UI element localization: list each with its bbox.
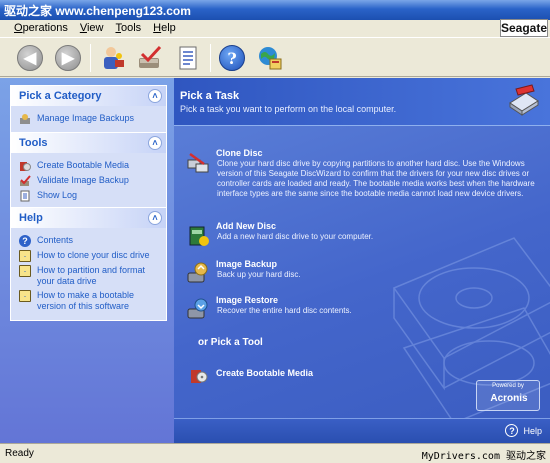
task-sidebar: Pick a Category ˄ Manage Image Backups T… (0, 78, 174, 443)
task-header: Pick a Task Pick a task you want to perf… (174, 78, 550, 126)
help-header[interactable]: Help ˄ (11, 208, 166, 228)
task-name: Add New Disc (216, 221, 277, 231)
section-heading: or Pick a Tool (198, 337, 263, 348)
tools-panel: Tools ˄ Create Bootable Media Validate I… (10, 132, 167, 211)
task-name: Image Restore (216, 295, 279, 305)
bootable-media-icon (19, 160, 31, 172)
clone-disc-icon (187, 152, 209, 173)
task-image-restore[interactable]: Image Restore Recover the entire hard di… (186, 295, 536, 321)
status-text: Ready (5, 448, 34, 459)
task-description: Clone your hard disc drive by copying pa… (217, 159, 535, 198)
help-button[interactable]: ? (216, 42, 248, 74)
collapse-icon[interactable]: ˄ (148, 211, 162, 225)
title-bar: 驱动之家 www.chenpeng123.com (0, 0, 550, 20)
check-disc-icon (139, 45, 162, 68)
help-icon: ? (219, 45, 245, 71)
window-title: 驱动之家 www.chenpeng123.com (4, 3, 191, 18)
help-topic-icon: · (19, 290, 31, 302)
pick-category-header[interactable]: Pick a Category ˄ (11, 86, 166, 106)
menu-view[interactable]: View (80, 22, 104, 34)
help-topic-icon: · (19, 250, 31, 262)
menu-help[interactable]: Help (153, 22, 176, 34)
back-button[interactable]: ◀ (14, 42, 46, 74)
collapse-icon[interactable]: ˄ (148, 136, 162, 150)
add-disc-icon (189, 226, 209, 246)
task-description: Recover the entire hard disc contents. (217, 306, 352, 315)
web-link-button[interactable] (254, 42, 286, 74)
task-clone-disc[interactable]: Clone Disc Clone your hard disc drive by… (186, 148, 536, 210)
disc-wizard-icon (509, 84, 539, 116)
acronis-logo: Powered by Acronis (476, 380, 540, 411)
collapse-icon[interactable]: ˄ (148, 89, 162, 103)
sidebar-item-create-bootable-media[interactable]: Create Bootable Media (19, 160, 162, 172)
help-panel: Help ˄ ? Contents · How to clone your di… (10, 207, 167, 321)
image-backup-icon (187, 262, 208, 283)
log-icon (19, 190, 31, 202)
task-footer: ? Help (174, 418, 550, 443)
toolbar: ◀ ▶ ? (0, 37, 550, 77)
page-title: Pick a Task (180, 90, 240, 102)
check-disc-button[interactable] (134, 42, 166, 74)
sidebar-item-help-bootable[interactable]: · How to make a bootable version of this… (19, 290, 162, 312)
tools-header[interactable]: Tools ˄ (11, 133, 166, 153)
task-description: Add a new hard disc drive to your comput… (217, 232, 374, 241)
toolbar-separator (210, 44, 211, 72)
seagate-logo: Seagate (500, 19, 548, 37)
status-bar: Ready MyDrivers.com 驱动之家 (0, 443, 550, 463)
wizard-icon (104, 47, 124, 69)
task-image-backup[interactable]: Image Backup Back up your hard disc. (186, 259, 536, 285)
menu-tools[interactable]: Tools (115, 22, 141, 34)
back-arrow-icon: ◀ (17, 45, 43, 71)
sidebar-item-validate-image-backup[interactable]: Validate Image Backup (19, 175, 162, 187)
tool-name: Create Bootable Media (216, 368, 314, 378)
toolbar-separator (90, 44, 91, 72)
sidebar-item-show-log[interactable]: Show Log (19, 190, 162, 202)
image-restore-icon (187, 298, 208, 319)
page-subtitle: Pick a task you want to perform on the l… (180, 104, 397, 114)
validate-icon (19, 175, 31, 187)
pick-category-panel: Pick a Category ˄ Manage Image Backups (10, 85, 167, 134)
task-add-new-disc[interactable]: Add New Disc Add a new hard disc drive t… (186, 221, 536, 247)
help-link[interactable]: ? Help (505, 424, 542, 437)
sidebar-item-contents[interactable]: ? Contents (19, 235, 162, 247)
sidebar-item-help-clone[interactable]: · How to clone your disc drive (19, 250, 162, 262)
help-icon: ? (19, 235, 31, 247)
backup-icon (19, 113, 31, 125)
task-description: Back up your hard disc. (217, 270, 301, 279)
help-icon: ? (505, 424, 519, 437)
task-pane: Pick a Task Pick a task you want to perf… (174, 78, 550, 443)
watermark: MyDrivers.com 驱动之家 (421, 451, 546, 462)
log-document-icon (179, 46, 197, 70)
menu-operations[interactable]: Operations (14, 22, 68, 34)
menu-bar: Operations View Tools Help (0, 20, 550, 36)
forward-arrow-icon: ▶ (55, 45, 81, 71)
log-button[interactable] (172, 42, 204, 74)
sidebar-item-manage-image-backups[interactable]: Manage Image Backups (19, 113, 162, 125)
bootable-media-icon (191, 370, 208, 383)
panel-title: Tools (19, 137, 48, 149)
forward-button[interactable]: ▶ (52, 42, 84, 74)
wizard-button[interactable] (96, 42, 128, 74)
help-topic-icon: · (19, 265, 31, 277)
web-link-icon (259, 47, 282, 70)
task-name: Clone Disc (216, 148, 263, 158)
panel-title: Pick a Category (19, 90, 102, 102)
panel-title: Help (19, 212, 43, 224)
sidebar-item-help-partition[interactable]: · How to partition and format your data … (19, 265, 162, 287)
task-name: Image Backup (216, 259, 278, 269)
